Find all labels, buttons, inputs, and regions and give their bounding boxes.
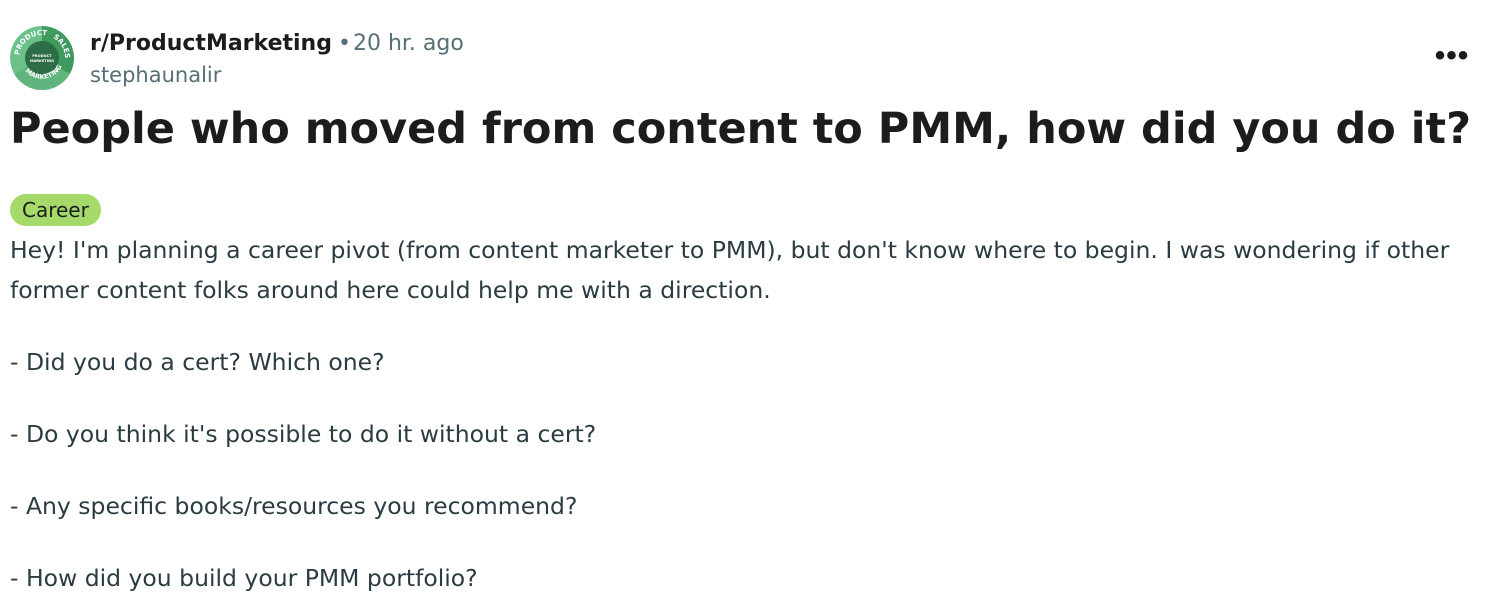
avatar-center-text: MARKETING: [30, 59, 54, 63]
avatar-center-text: PRODUCT: [32, 54, 52, 58]
post-header: PRODUCT SALES MARKETING PRODUCT MARKETIN…: [10, 24, 1486, 94]
subreddit-link[interactable]: r/ProductMarketing: [90, 31, 332, 56]
post-timestamp: 20 hr. ago: [352, 31, 464, 56]
more-options-button[interactable]: •••: [1430, 38, 1474, 74]
subreddit-logo-icon: PRODUCT SALES MARKETING PRODUCT MARKETIN…: [10, 26, 74, 90]
post-card: PRODUCT SALES MARKETING PRODUCT MARKETIN…: [0, 0, 1496, 612]
post-body: Hey! I'm planning a career pivot (from c…: [10, 230, 1480, 598]
post-title: People who moved from content to PMM, ho…: [10, 104, 1472, 154]
post-list-item: - How did you build your PMM portfolio?: [10, 564, 478, 592]
post-meta: r/ProductMarketing •20 hr. ago stephaunal…: [90, 30, 464, 89]
meta-separator: •: [337, 31, 351, 56]
author-link[interactable]: stephaunalir: [90, 61, 464, 89]
subreddit-avatar[interactable]: PRODUCT SALES MARKETING PRODUCT MARKETIN…: [10, 26, 74, 90]
post-flair[interactable]: Career: [10, 194, 101, 226]
post-paragraph: Hey! I'm planning a career pivot (from c…: [10, 236, 1450, 304]
post-meta-line: r/ProductMarketing •20 hr. ago: [90, 30, 464, 58]
post-list-item: - Did you do a cert? Which one?: [10, 348, 385, 376]
post-list-item: - Do you think it's possible to do it wi…: [10, 420, 597, 448]
post-list-item: - Any specific books/resources you recom…: [10, 492, 578, 520]
